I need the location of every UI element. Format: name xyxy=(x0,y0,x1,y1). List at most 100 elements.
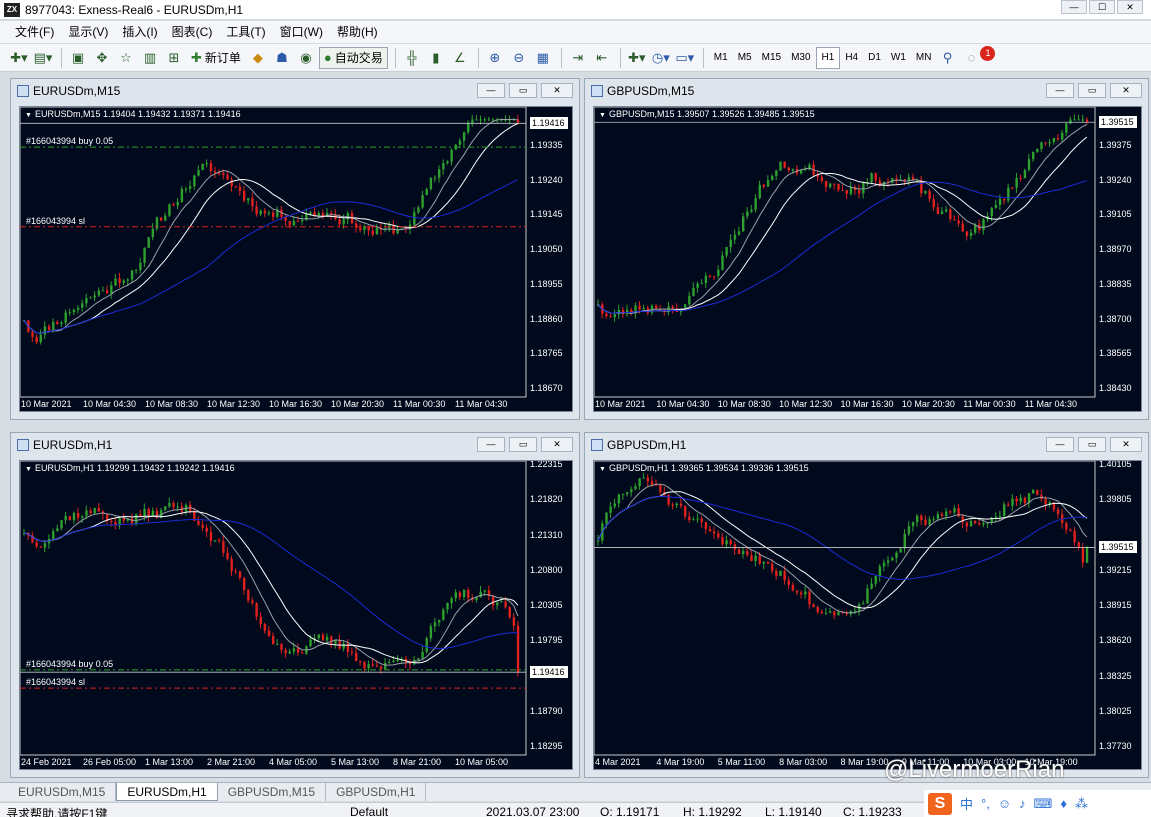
chart-window-eurusd-m15[interactable]: EURUSDm,M15 — ▭ ✕ ▼ EURUSDm,M15 1.19404 1… xyxy=(10,78,580,420)
maximize-button[interactable]: ☐ xyxy=(1089,0,1115,14)
chart-close-button[interactable]: ✕ xyxy=(541,83,573,98)
terminal-icon[interactable]: ▥ xyxy=(139,47,161,69)
time-axis[interactable]: 10 Mar 2021 10 Mar 04:30 10 Mar 08:30 10 Ma… xyxy=(20,399,526,411)
chart-close-button[interactable]: ✕ xyxy=(541,437,573,452)
chart-restore-button[interactable]: ▭ xyxy=(1078,83,1106,98)
price-axis[interactable]: 1.40105 1.39805 1.39515 1.39215 1.38915 1.386… xyxy=(1095,461,1141,755)
timeframe-w1[interactable]: W1 xyxy=(886,47,911,69)
menu-insert[interactable]: 插入(I) xyxy=(115,21,164,43)
chat-icon[interactable]: ◌ xyxy=(960,47,982,69)
tab-gbpusd-m15[interactable]: GBPUSDm,M15 xyxy=(218,783,327,801)
menu-file[interactable]: 文件(F) xyxy=(8,21,61,43)
price-axis[interactable]: 1.22315 1.21820 1.21310 1.20800 1.20305 1.197… xyxy=(526,461,572,755)
chart-minimize-button[interactable]: — xyxy=(1046,83,1074,98)
punctuation-icon[interactable]: °, xyxy=(981,796,990,811)
time-label: 10 Mar 2021 xyxy=(21,399,72,409)
templates-icon[interactable]: ▭▾ xyxy=(674,47,696,69)
candle-body xyxy=(425,188,428,196)
minimize-button[interactable]: — xyxy=(1061,0,1087,14)
chart-close-button[interactable]: ✕ xyxy=(1110,437,1142,452)
strategy-tester-icon[interactable]: ⊞ xyxy=(163,47,185,69)
new-order-button[interactable]: ✚ 新订单 xyxy=(187,47,245,69)
market-watch-icon[interactable]: ▣ xyxy=(67,47,89,69)
menu-help[interactable]: 帮助(H) xyxy=(330,21,385,43)
accounts-icon[interactable]: ☗ xyxy=(271,47,293,69)
line-chart-icon[interactable]: ∠ xyxy=(449,47,471,69)
emoji-icon[interactable]: ☺ xyxy=(998,796,1011,811)
time-axis[interactable]: 10 Mar 2021 10 Mar 04:30 10 Mar 08:30 10 Ma… xyxy=(594,399,1095,411)
chart-restore-button[interactable]: ▭ xyxy=(509,83,537,98)
navigator-icon[interactable]: ☆ xyxy=(115,47,137,69)
metaeditor-icon[interactable]: ◆ xyxy=(247,47,269,69)
periods-icon[interactable]: ◷▾ xyxy=(650,47,672,69)
candlestick-icon[interactable]: ▮ xyxy=(425,47,447,69)
timeframe-d1[interactable]: D1 xyxy=(863,47,886,69)
order-label[interactable]: #166043994 buy 0.05 xyxy=(26,659,113,669)
chart-plot-area[interactable]: ▼ GBPUSDm,H1 1.39365 1.39534 1.39336 1.39… xyxy=(593,460,1142,770)
tile-windows-icon[interactable]: ▦ xyxy=(532,47,554,69)
bar-chart-icon[interactable]: ╬ xyxy=(401,47,423,69)
chart-minimize-button[interactable]: — xyxy=(477,437,505,452)
timeframe-m30[interactable]: M30 xyxy=(786,47,815,69)
timeframe-h4[interactable]: H4 xyxy=(840,47,863,69)
close-button[interactable]: ✕ xyxy=(1117,0,1143,14)
tab-gbpusd-h1[interactable]: GBPUSDm,H1 xyxy=(326,783,427,801)
order-label[interactable]: #166043994 sl xyxy=(26,677,85,687)
price-level: 1.39375 xyxy=(1099,139,1132,150)
timeframe-h1[interactable]: H1 xyxy=(815,46,841,69)
search-icon[interactable]: ⚲ xyxy=(936,47,958,69)
timeframe-m5[interactable]: M5 xyxy=(733,47,757,69)
chart-plot-area[interactable]: ▼ GBPUSDm,M15 1.39507 1.39526 1.39485 1.3… xyxy=(593,106,1142,412)
candle-body xyxy=(110,520,113,523)
price-axis[interactable]: 1.19416 1.19335 1.19240 1.19145 1.19050 1.189… xyxy=(526,107,572,397)
skin-icon[interactable]: ♦ xyxy=(1060,796,1067,811)
indicators-icon[interactable]: ✚▾ xyxy=(626,47,648,69)
menu-tools[interactable]: 工具(T) xyxy=(219,21,272,43)
signals-icon[interactable]: ◉ xyxy=(295,47,317,69)
chart-minimize-button[interactable]: — xyxy=(1046,437,1074,452)
chart-window-gbpusd-h1[interactable]: GBPUSDm,H1 — ▭ ✕ ▼ GBPUSDm,H1 1.39365 1.3… xyxy=(584,432,1149,778)
auto-trading-button[interactable]: ● 自动交易 xyxy=(318,46,388,69)
ma-fast-line xyxy=(597,124,1088,315)
chart-shift-icon[interactable]: ⇤ xyxy=(591,47,613,69)
menu-charts[interactable]: 图表(C) xyxy=(165,21,220,43)
candle-body xyxy=(932,518,935,520)
chart-restore-button[interactable]: ▭ xyxy=(1078,437,1106,452)
candle-body xyxy=(849,187,853,194)
crosshair-icon[interactable]: ✥ xyxy=(91,47,113,69)
menu-window[interactable]: 窗口(W) xyxy=(273,21,330,43)
timeframe-m15[interactable]: M15 xyxy=(757,47,786,69)
tab-eurusd-m15[interactable]: EURUSDm,M15 xyxy=(8,783,117,801)
candle-body xyxy=(1032,152,1035,160)
chart-canvas xyxy=(20,107,527,398)
notification-badge[interactable]: 1 xyxy=(980,46,996,61)
zoom-in-icon[interactable]: ⊕ xyxy=(484,47,506,69)
chart-restore-button[interactable]: ▭ xyxy=(509,437,537,452)
candle-body xyxy=(222,173,225,175)
new-chart-icon[interactable]: ✚▾ xyxy=(8,47,30,69)
toolbox-icon[interactable]: ⁂ xyxy=(1075,796,1088,812)
candle-body xyxy=(164,506,167,511)
ime-mode[interactable]: 中 xyxy=(960,794,973,813)
zoom-out-icon[interactable]: ⊖ xyxy=(508,47,530,69)
chart-window-eurusd-h1[interactable]: EURUSDm,H1 — ▭ ✕ ▼ EURUSDm,H1 1.19299 1.1… xyxy=(10,432,580,778)
microphone-icon[interactable]: ♪ xyxy=(1019,796,1026,811)
sogou-logo-icon[interactable]: S xyxy=(928,792,952,815)
timeframe-mn[interactable]: MN xyxy=(911,47,937,69)
chart-plot-area[interactable]: ▼ EURUSDm,M15 1.19404 1.19432 1.19371 1.1… xyxy=(19,106,573,412)
candle-body xyxy=(733,234,737,240)
timeframe-m1[interactable]: M1 xyxy=(709,47,733,69)
chart-plot-area[interactable]: ▼ EURUSDm,H1 1.19299 1.19432 1.19242 1.19… xyxy=(19,460,573,770)
price-axis[interactable]: 1.39515 1.39375 1.39240 1.39105 1.38970 1.388… xyxy=(1095,107,1141,397)
profiles-icon[interactable]: ▤▾ xyxy=(32,47,54,69)
chart-close-button[interactable]: ✕ xyxy=(1110,83,1142,98)
time-axis[interactable]: 24 Feb 2021 26 Feb 05:00 1 Mar 13:00 2 Mar … xyxy=(20,757,526,769)
menu-view[interactable]: 显示(V) xyxy=(61,21,115,43)
tab-eurusd-h1[interactable]: EURUSDm,H1 xyxy=(116,783,218,801)
order-label[interactable]: #166043994 buy 0.05 xyxy=(26,136,113,146)
chart-minimize-button[interactable]: — xyxy=(477,83,505,98)
auto-scroll-icon[interactable]: ⇥ xyxy=(567,47,589,69)
order-label[interactable]: #166043994 sl xyxy=(26,216,85,226)
keyboard-icon[interactable]: ⌨ xyxy=(1034,796,1053,812)
chart-window-gbpusd-m15[interactable]: GBPUSDm,M15 — ▭ ✕ ▼ GBPUSDm,M15 1.39507 1… xyxy=(584,78,1149,420)
